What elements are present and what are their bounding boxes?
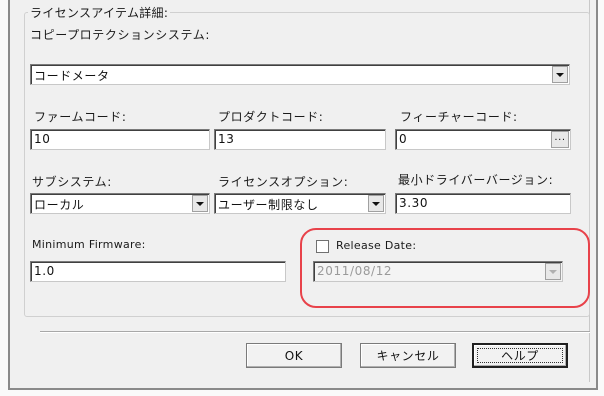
chevron-down-icon[interactable] xyxy=(545,263,561,280)
license-option-select[interactable]: ユーザー制限なし xyxy=(214,193,386,214)
firm-code-value: 10 xyxy=(34,132,51,146)
firm-code-input[interactable]: 10 xyxy=(30,129,210,150)
copy-protection-label: コピープロテクションシステム: xyxy=(30,28,210,42)
release-date-checkbox[interactable] xyxy=(316,240,329,253)
copy-protection-value: コードメータ xyxy=(34,69,110,83)
firm-code-label: ファームコード: xyxy=(34,110,127,124)
license-option-value: ユーザー制限なし xyxy=(218,198,319,212)
min-firmware-value: 1.0 xyxy=(34,264,55,278)
subsystem-label: サブシステム: xyxy=(32,175,112,189)
chevron-down-icon[interactable] xyxy=(368,195,384,212)
cancel-button[interactable]: キャンセル xyxy=(360,343,456,368)
min-driver-version-value: 3.30 xyxy=(399,196,429,210)
divider xyxy=(40,331,590,333)
subsystem-value: ローカル xyxy=(34,198,85,212)
product-code-value: 13 xyxy=(218,132,235,146)
chevron-down-icon[interactable] xyxy=(552,66,568,83)
min-driver-version-label: 最小ドライバーバージョン: xyxy=(398,173,554,187)
group-title: ライセンスアイテム詳細: xyxy=(28,4,171,21)
feature-code-label: フィーチャーコード: xyxy=(400,110,518,124)
release-date-label: Release Date: xyxy=(336,239,417,252)
feature-code-value: 0 xyxy=(399,132,408,146)
min-firmware-label: Minimum Firmware: xyxy=(32,238,146,251)
product-code-label: プロダクトコード: xyxy=(218,110,324,124)
release-date-value: 2011/08/12 xyxy=(317,264,393,278)
release-date-picker[interactable]: 2011/08/12 xyxy=(313,261,563,282)
ok-button[interactable]: OK xyxy=(246,343,342,368)
min-driver-version-input[interactable]: 3.30 xyxy=(395,193,571,214)
dialog-window: ライセンスアイテム詳細: コピープロテクションシステム: コードメータ ファーム… xyxy=(8,0,598,390)
product-code-input[interactable]: 13 xyxy=(214,129,386,150)
chevron-down-icon[interactable] xyxy=(192,195,208,212)
copy-protection-select[interactable]: コードメータ xyxy=(30,64,570,85)
subsystem-select[interactable]: ローカル xyxy=(30,193,210,214)
feature-code-input[interactable]: 0 ... xyxy=(395,129,571,150)
help-button[interactable]: ヘルプ xyxy=(472,343,568,368)
browse-button[interactable]: ... xyxy=(551,131,569,148)
min-firmware-input[interactable]: 1.0 xyxy=(30,261,286,282)
focus-ring xyxy=(477,348,563,363)
license-option-label: ライセンスオプション: xyxy=(218,175,349,189)
